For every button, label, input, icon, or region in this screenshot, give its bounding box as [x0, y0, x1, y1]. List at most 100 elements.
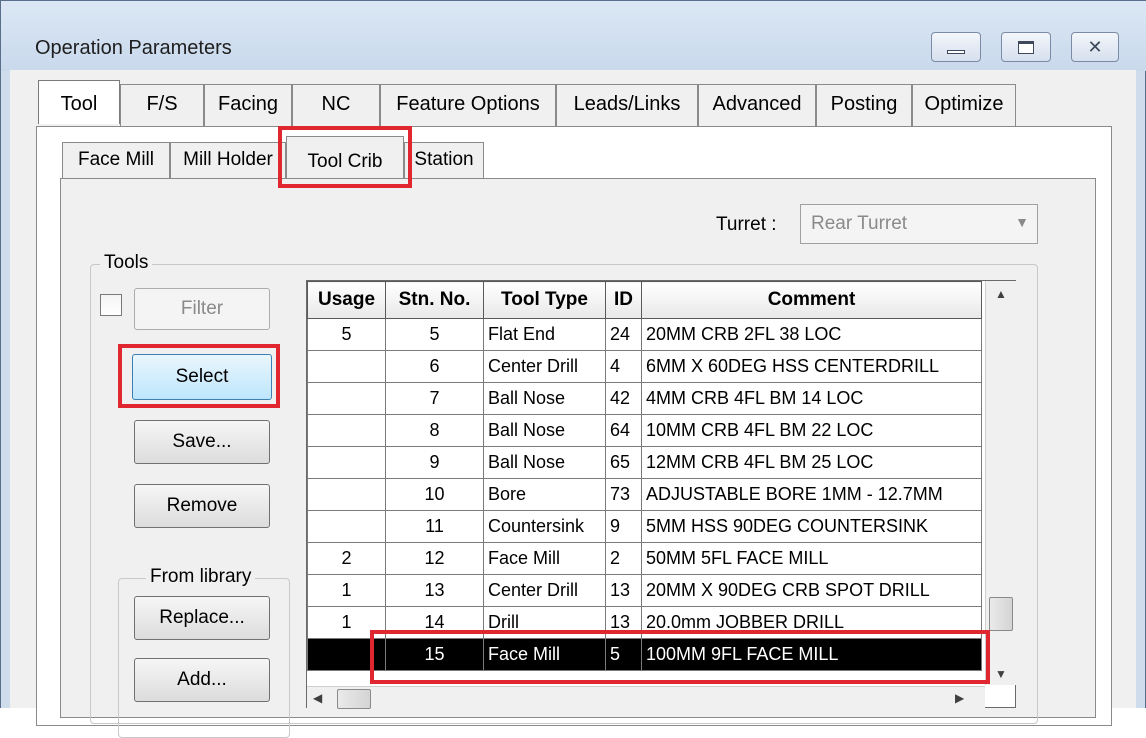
- table-row[interactable]: 9 Ball Nose 65 12MM CRB 4FL BM 25 LOC: [307, 446, 982, 479]
- table-cell: Face Mill: [483, 542, 606, 575]
- tab-facing[interactable]: Facing: [204, 84, 292, 126]
- tab-label: Advanced: [712, 93, 802, 115]
- add-button[interactable]: Add...: [134, 658, 270, 702]
- tab-label: F/S: [146, 93, 178, 115]
- column-header-comment[interactable]: Comment: [641, 281, 982, 319]
- table-cell: 4MM CRB 4FL BM 14 LOC: [641, 382, 982, 415]
- table-row[interactable]: 11 Countersink 9 5MM HSS 90DEG COUNTERSINK: [307, 510, 982, 543]
- table-cell: 13: [385, 574, 484, 607]
- tool-crib-table[interactable]: Usage Stn. No. Tool Type ID Comment 5 5 Fl…: [306, 280, 1016, 708]
- vertical-scroll-thumb[interactable]: [989, 597, 1013, 631]
- table-cell: Flat End: [483, 318, 606, 351]
- subtab-mill-holder[interactable]: Mill Holder: [170, 142, 286, 178]
- scroll-left-icon[interactable]: ◀: [313, 691, 322, 705]
- table-cell: 10: [385, 478, 484, 511]
- select-label: Select: [175, 366, 229, 387]
- tab-fs[interactable]: F/S: [120, 84, 204, 126]
- table-cell: 20.0mm JOBBER DRILL: [641, 606, 982, 639]
- table-row[interactable]: 10 Bore 73 ADJUSTABLE BORE 1MM - 12.7MM: [307, 478, 982, 511]
- tab-posting[interactable]: Posting: [816, 84, 912, 126]
- horizontal-scroll-thumb[interactable]: [337, 689, 371, 709]
- scroll-up-icon[interactable]: ▲: [995, 287, 1007, 301]
- table-cell: Ball Nose: [483, 382, 606, 415]
- chevron-down-icon: ▼: [1015, 214, 1029, 230]
- table-row[interactable]: 2 12 Face Mill 2 50MM 5FL FACE MILL: [307, 542, 982, 575]
- title-bar[interactable]: Operation Parameters ✕: [1, 1, 1146, 71]
- tab-feature-options[interactable]: Feature Options: [380, 84, 556, 126]
- table-cell: 20MM CRB 2FL 38 LOC: [641, 318, 982, 351]
- table-cell: Drill: [483, 606, 606, 639]
- save-label: Save...: [172, 431, 232, 452]
- table-cell: 5: [385, 318, 484, 351]
- column-header-id[interactable]: ID: [605, 281, 642, 319]
- replace-button[interactable]: Replace...: [134, 596, 270, 640]
- table-cell: 64: [605, 414, 642, 447]
- table-cell: 2: [605, 542, 642, 575]
- scroll-down-icon[interactable]: ▼: [995, 667, 1007, 681]
- table-row[interactable]: 1 13 Center Drill 13 20MM X 90DEG CRB SPOT D…: [307, 574, 982, 607]
- table-cell: 42: [605, 382, 642, 415]
- table-row[interactable]: 7 Ball Nose 42 4MM CRB 4FL BM 14 LOC: [307, 382, 982, 415]
- close-button[interactable]: ✕: [1071, 32, 1119, 62]
- tab-optimize[interactable]: Optimize: [912, 84, 1016, 126]
- vertical-scrollbar[interactable]: ▲ ▼: [985, 281, 1016, 685]
- table-cell: 5: [605, 638, 642, 671]
- table-row[interactable]: 5 5 Flat End 24 20MM CRB 2FL 38 LOC: [307, 318, 982, 351]
- tab-nc[interactable]: NC: [292, 84, 380, 126]
- subtab-face-mill[interactable]: Face Mill: [62, 142, 170, 178]
- tab-leads-links[interactable]: Leads/Links: [556, 84, 698, 126]
- table-cell: 13: [605, 574, 642, 607]
- scroll-right-icon[interactable]: ▶: [955, 691, 964, 705]
- table-cell: [307, 382, 386, 415]
- subtab-label: Mill Holder: [183, 149, 273, 170]
- table-cell: Center Drill: [483, 574, 606, 607]
- tab-advanced[interactable]: Advanced: [698, 84, 816, 126]
- column-header-usage[interactable]: Usage: [307, 281, 386, 319]
- maximize-icon: [1018, 40, 1034, 54]
- column-header-station[interactable]: Stn. No.: [385, 281, 484, 319]
- add-label: Add...: [177, 669, 227, 690]
- table-cell: [307, 478, 386, 511]
- table-cell: 20MM X 90DEG CRB SPOT DRILL: [641, 574, 982, 607]
- table-cell: 5MM HSS 90DEG COUNTERSINK: [641, 510, 982, 543]
- table-row[interactable]: 8 Ball Nose 64 10MM CRB 4FL BM 22 LOC: [307, 414, 982, 447]
- tab-tool[interactable]: Tool: [38, 80, 120, 124]
- table-cell: ADJUSTABLE BORE 1MM - 12.7MM: [641, 478, 982, 511]
- subtab-tool-crib[interactable]: Tool Crib: [286, 136, 404, 180]
- table-cell: [307, 414, 386, 447]
- window-title: Operation Parameters: [35, 37, 232, 59]
- select-button[interactable]: Select: [132, 354, 272, 400]
- table-cell: 1: [307, 574, 386, 607]
- table-cell: 65: [605, 446, 642, 479]
- table-cell: Center Drill: [483, 350, 606, 383]
- table-cell: 73: [605, 478, 642, 511]
- table-cell: 9: [385, 446, 484, 479]
- table-cell: 6: [385, 350, 484, 383]
- minimize-button[interactable]: [931, 32, 981, 62]
- remove-button[interactable]: Remove: [134, 484, 270, 528]
- horizontal-scrollbar[interactable]: ◀ ▶: [307, 686, 985, 709]
- table-cell: 100MM 9FL FACE MILL: [641, 638, 982, 671]
- table-row[interactable]: 6 Center Drill 4 6MM X 60DEG HSS CENTERDRIL…: [307, 350, 982, 383]
- tab-label: Feature Options: [396, 93, 540, 115]
- table-cell: [307, 446, 386, 479]
- tab-label: Optimize: [924, 93, 1004, 115]
- subtab-label: Station: [414, 149, 474, 170]
- maximize-button[interactable]: [1001, 32, 1051, 62]
- tab-label: Tool: [60, 93, 98, 115]
- subtab-station[interactable]: Station: [404, 142, 484, 178]
- from-library-label: From library: [146, 566, 256, 588]
- minimize-icon: [947, 50, 965, 54]
- turret-value: Rear Turret: [811, 213, 908, 234]
- filter-button: Filter: [134, 288, 270, 330]
- column-header-tool-type[interactable]: Tool Type: [483, 281, 606, 319]
- turret-select: Rear Turret ▼: [800, 204, 1038, 244]
- table-cell: 9: [605, 510, 642, 543]
- table-cell: Ball Nose: [483, 414, 606, 447]
- table-row[interactable]: 15 Face Mill 5 100MM 9FL FACE MILL: [307, 638, 982, 671]
- table-cell: 5: [307, 318, 386, 351]
- save-button[interactable]: Save...: [134, 420, 270, 464]
- table-row[interactable]: 1 14 Drill 13 20.0mm JOBBER DRILL: [307, 606, 982, 639]
- filter-checkbox[interactable]: [100, 294, 122, 316]
- table-cell: [307, 638, 386, 671]
